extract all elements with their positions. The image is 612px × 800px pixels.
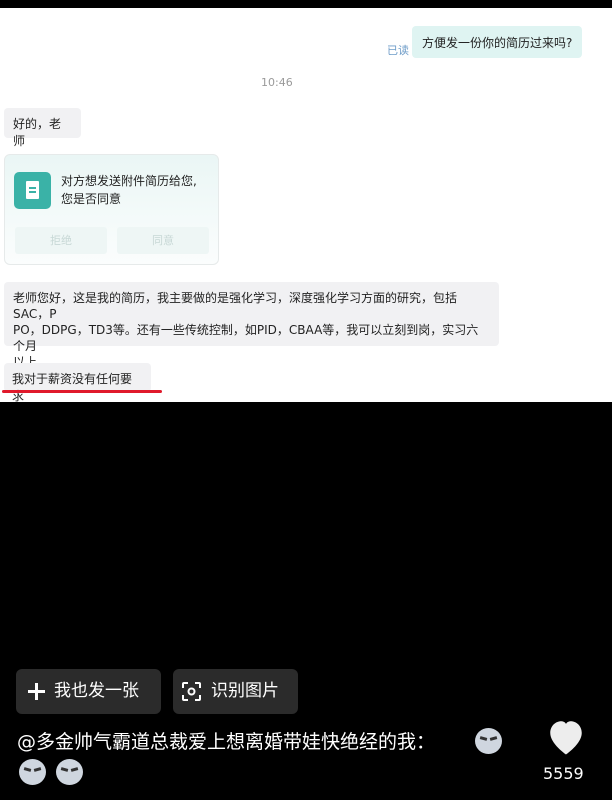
- outgoing-message: 方便发一份你的简历过来吗?: [412, 26, 582, 58]
- document-icon: [14, 172, 51, 209]
- heart-icon[interactable]: [545, 716, 587, 758]
- agree-button[interactable]: 同意: [117, 227, 209, 254]
- recognize-image-button[interactable]: 识别图片: [173, 669, 298, 714]
- like-count: 5559: [543, 764, 584, 783]
- resume-text-line1: 老师您好，这是我的简历，我主要做的是强化学习，深度强化学习方面的研究，包括SAC…: [13, 291, 458, 321]
- cat-emoji: [19, 759, 46, 785]
- top-strip: [0, 0, 612, 8]
- highlight-underline: [2, 390, 162, 393]
- reject-button[interactable]: 拒绝: [15, 227, 107, 254]
- emoji-row: [19, 759, 88, 785]
- scan-icon: [182, 682, 201, 701]
- incoming-message: 好的，老师: [4, 108, 81, 148]
- attachment-text-line2: 您是否同意: [61, 192, 122, 206]
- attachment-request-card: 对方想发送附件简历给您, 您是否同意 拒绝 同意: [4, 154, 219, 265]
- read-status: 已读: [387, 44, 409, 57]
- post-too-label: 我也发一张: [54, 681, 139, 701]
- plus-icon: [28, 683, 45, 700]
- cat-emoji: [475, 728, 502, 754]
- incoming-message-resume: 老师您好，这是我的简历，我主要做的是强化学习，深度强化学习方面的研究，包括SAC…: [4, 282, 499, 369]
- incoming-message-salary: 我对于薪资没有任何要求: [4, 363, 151, 402]
- message-time: 10:46: [261, 76, 293, 89]
- resume-text-line2: PO，DDPG，TD3等。还有一些传统控制，如PID，CBAA等，我可以立刻到岗…: [13, 323, 479, 353]
- cat-emoji: [56, 759, 84, 785]
- post-too-button[interactable]: 我也发一张: [16, 669, 161, 714]
- post-caption: @多金帅气霸道总裁爱上想离婚带娃快绝经的我：: [17, 731, 436, 753]
- chat-screenshot: 已读 方便发一份你的简历过来吗? 10:46 好的，老师 对方想发送附件简历给您…: [0, 0, 612, 402]
- attachment-request-text: 对方想发送附件简历给您, 您是否同意: [61, 172, 211, 208]
- recognize-image-label: 识别图片: [211, 681, 279, 701]
- attachment-text-line1: 对方想发送附件简历给您,: [61, 174, 197, 188]
